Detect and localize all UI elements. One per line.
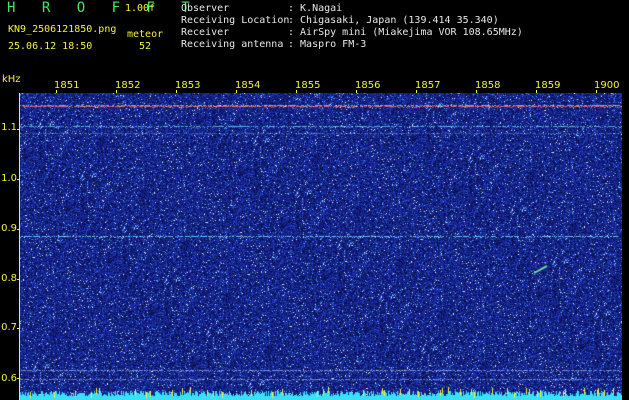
x-tick-label: 1859	[535, 80, 561, 91]
x-tick-label: 1856	[355, 80, 381, 91]
antenna-value: : Maspro FM-3	[288, 39, 367, 50]
y-tick-label: 0.8	[1, 273, 17, 284]
x-tick-label: 1900	[594, 80, 620, 91]
y-tick-label: 0.7	[1, 322, 17, 333]
app-title: H R O F F T	[7, 0, 199, 16]
meteor-label: meteor	[127, 29, 164, 40]
location-value: : Chigasaki, Japan (139.414 35.340)	[288, 15, 499, 26]
x-tick-label: 1852	[115, 80, 141, 91]
y-tick-label: 1.1	[1, 122, 17, 133]
datetime-label: 25.06.12 18:50	[8, 41, 93, 52]
receiver-label: Receiver	[181, 27, 230, 38]
header-panel: H R O F F T 1.00f KN9_2506121850.png met…	[0, 0, 629, 78]
spectrogram-canvas	[19, 93, 622, 400]
x-tick-label: 1853	[175, 80, 201, 91]
x-tick-label: 1858	[475, 80, 501, 91]
x-tick-label: 1857	[415, 80, 441, 91]
y-tick-label: 1.0	[1, 173, 17, 184]
y-tick-label: 0.9	[1, 223, 17, 234]
meteor-count: 52	[139, 41, 152, 52]
y-tick-label: 0.6	[1, 373, 17, 384]
x-tick-label: 1855	[295, 80, 321, 91]
x-tick-label: 1854	[235, 80, 261, 91]
antenna-label: Receiving antenna	[181, 39, 284, 50]
observer-value: : K.Nagai	[288, 3, 343, 14]
location-label: Receiving Location	[181, 15, 290, 26]
receiver-value: : AirSpy mini (Miakejima VOR 108.65MHz)	[288, 27, 523, 38]
filename-label: KN9_2506121850.png	[8, 24, 117, 35]
y-axis-unit: kHz	[2, 74, 21, 85]
version-label: 1.00f	[125, 3, 156, 14]
x-tick-label: 1851	[54, 80, 80, 91]
observer-label: Observer	[181, 3, 230, 14]
spectrogram-plot	[19, 93, 622, 400]
